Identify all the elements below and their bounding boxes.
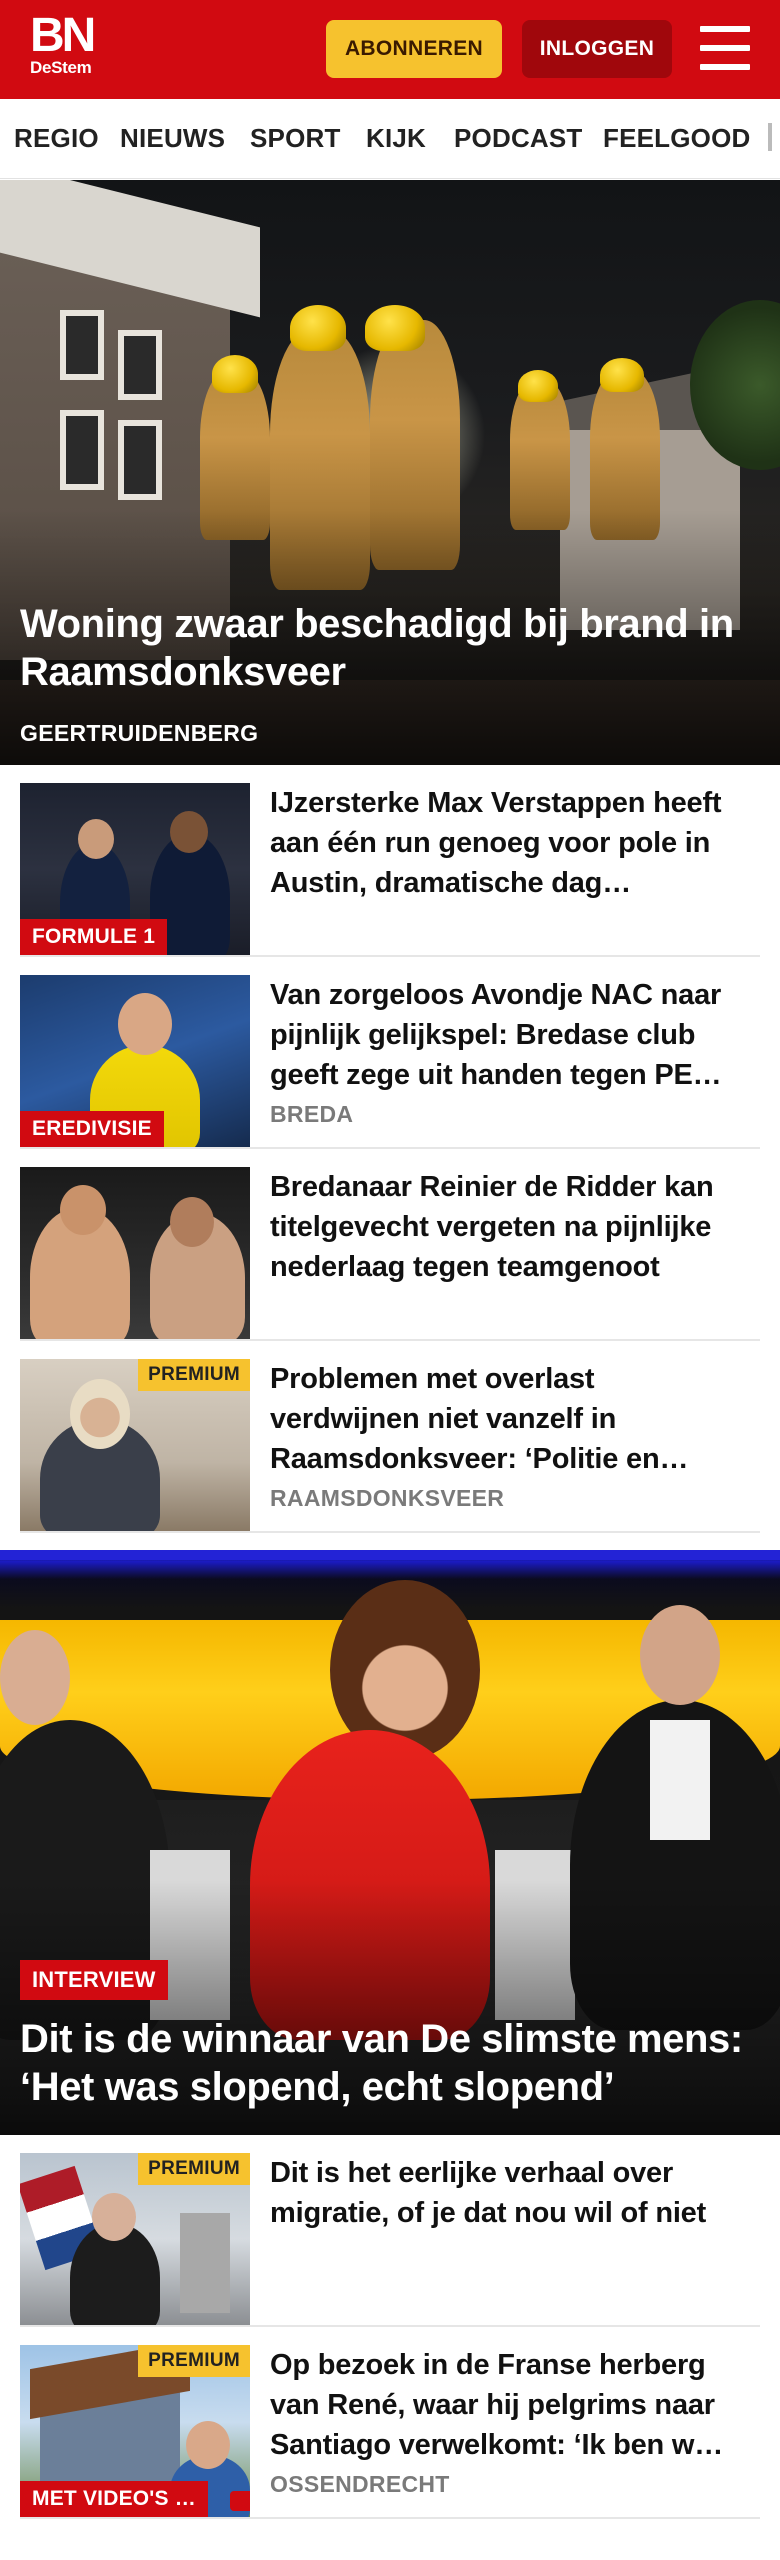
article-thumbnail: EREDIVISIE bbox=[20, 975, 250, 1147]
article-title[interactable]: Bredanaar Reinier de Ridder kan titelgev… bbox=[270, 1167, 750, 1287]
article-thumbnail: FORMULE 1 bbox=[20, 783, 250, 955]
nav-item-feelgood[interactable]: FEELGOOD bbox=[603, 123, 751, 154]
article-location: BREDA bbox=[270, 1101, 354, 1127]
menu-icon[interactable] bbox=[700, 26, 750, 72]
nav-overflow-indicator bbox=[768, 123, 772, 151]
article-thumbnail: PREMIUM MET VIDEO'S … bbox=[20, 2345, 250, 2517]
nav-item-regio[interactable]: REGIO bbox=[14, 123, 99, 154]
article-title[interactable]: Van zorgeloos Avondje NAC naar pijnlijk … bbox=[270, 975, 750, 1095]
article-thumbnail: PREMIUM bbox=[20, 1359, 250, 1531]
hero-location: GEERTRUIDENBERG bbox=[20, 720, 259, 746]
article-location: OSSENDRECHT bbox=[270, 2471, 450, 2497]
article-thumbnail bbox=[20, 1167, 250, 1339]
list-item[interactable]: PREMIUM MET VIDEO'S … Op bezoek in de Fr… bbox=[20, 2327, 760, 2519]
site-logo[interactable]: BN DeStem bbox=[30, 9, 110, 78]
article-tag: EREDIVISIE bbox=[20, 1111, 164, 1147]
subscribe-button[interactable]: ABONNEREN bbox=[326, 20, 502, 78]
article-thumbnail: PREMIUM bbox=[20, 2153, 250, 2325]
premium-badge: PREMIUM bbox=[138, 2153, 250, 2185]
article-tag: FORMULE 1 bbox=[20, 919, 168, 955]
list-item[interactable]: EREDIVISIE Van zorgeloos Avondje NAC naa… bbox=[20, 957, 760, 1149]
nav-item-podcast[interactable]: PODCAST bbox=[454, 123, 583, 154]
nav-item-nieuws[interactable]: NIEUWS bbox=[120, 123, 225, 154]
article-title[interactable]: Problemen met overlast verdwijnen niet v… bbox=[270, 1359, 750, 1479]
list-item[interactable]: PREMIUM Problemen met overlast verdwijne… bbox=[20, 1341, 760, 1533]
list-item[interactable]: FORMULE 1 IJzersterke Max Verstappen hee… bbox=[20, 765, 760, 957]
article-tag: INTERVIEW bbox=[20, 1960, 168, 2000]
list-item[interactable]: Bredanaar Reinier de Ridder kan titelgev… bbox=[20, 1149, 760, 1341]
article-location: RAAMSDONKSVEER bbox=[270, 1485, 505, 1511]
article-title[interactable]: Op bezoek in de Franse herberg van René,… bbox=[270, 2345, 750, 2465]
logo-main: BN bbox=[30, 9, 96, 62]
site-header: BN DeStem ABONNEREN INLOGGEN bbox=[0, 0, 780, 99]
article-title[interactable]: IJzersterke Max Verstappen heeft aan één… bbox=[270, 783, 750, 903]
login-button[interactable]: INLOGGEN bbox=[522, 20, 672, 78]
hero-article-fire[interactable]: Woning zwaar beschadigd bij brand in Raa… bbox=[0, 180, 780, 765]
list-item[interactable]: PREMIUM Dit is het eerlijke verhaal over… bbox=[20, 2135, 760, 2327]
section-nav: REGIO NIEUWS SPORT KIJK PODCAST FEELGOOD bbox=[0, 99, 780, 179]
premium-badge: PREMIUM bbox=[138, 2345, 250, 2377]
nav-item-kijk[interactable]: KIJK bbox=[366, 123, 426, 154]
nav-item-sport[interactable]: SPORT bbox=[250, 123, 341, 154]
hero-article-slimste-mens[interactable]: INTERVIEW Dit is de winnaar van De slims… bbox=[0, 1550, 780, 2135]
article-title[interactable]: Dit is het eerlijke verhaal over migrati… bbox=[270, 2153, 750, 2273]
comment-icon bbox=[230, 2491, 250, 2511]
article-tag: MET VIDEO'S … bbox=[20, 2481, 208, 2517]
logo-sub: DeStem bbox=[30, 58, 92, 77]
hero-title[interactable]: Dit is de winnaar van De slimste mens: ‘… bbox=[20, 2015, 770, 2111]
hero-title[interactable]: Woning zwaar beschadigd bij brand in Raa… bbox=[20, 600, 760, 696]
premium-badge: PREMIUM bbox=[138, 1359, 250, 1391]
